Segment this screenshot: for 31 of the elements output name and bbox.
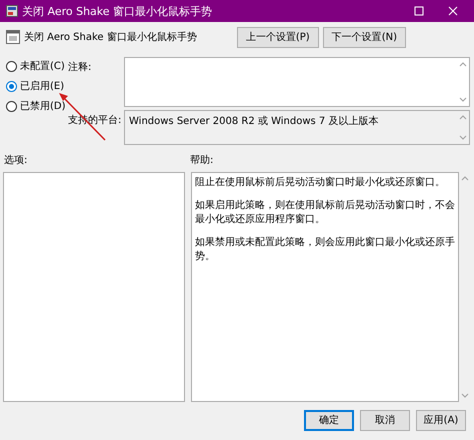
radio-option[interactable]: 已启用(E) [6,78,68,94]
scroll-up-icon[interactable] [458,60,468,69]
scroll-up-icon[interactable] [460,174,470,183]
help-paragraph: 如果禁用或未配置此策略，则会应用此窗口最小化或还原手势。 [195,236,455,264]
scroll-up-icon[interactable] [458,113,468,122]
dialog-button[interactable]: 取消 [360,410,410,430]
nav-button[interactable]: 下一个设置(N) [322,26,406,48]
scroll-down-icon[interactable] [458,133,468,142]
radio-circle[interactable] [6,80,17,92]
help-label: 帮助: [190,154,214,166]
policy-icon [6,30,20,44]
policy-icon [6,5,18,17]
policy-name: 关闭 Aero Shake 窗口最小化鼠标手势 [24,30,198,44]
close-icon [448,6,458,16]
radio-circle[interactable] [6,100,17,112]
window-title: 关闭 Aero Shake 窗口最小化鼠标手势 [22,4,214,18]
dialog-button[interactable]: 确定 [304,410,354,430]
help-paragraph: 阻止在使用鼠标前后晃动活动窗口时最小化或还原窗口。 [195,176,446,190]
options-label: 选项: [3,154,28,166]
help-paragraph: 如果启用此策略，则在使用鼠标前后晃动活动窗口时，不会最小化或还原应用程序窗口。 [195,199,455,227]
radio-option[interactable]: 未配置(C) [6,58,68,74]
radio-circle[interactable] [6,60,17,72]
radio-option[interactable]: 已禁用(D) [6,98,68,114]
dialog-button[interactable]: 应用(A) [416,410,466,430]
scroll-down-icon[interactable] [458,95,468,104]
comment-label: 注释: [68,60,92,74]
platform-field: Windows Server 2008 R2 或 Windows 7 及以上版本 [124,110,470,145]
nav-button[interactable]: 上一个设置(P) [236,26,319,48]
comment-field[interactable] [124,57,470,107]
scroll-down-icon[interactable] [460,391,470,400]
maximize-icon [414,6,424,16]
